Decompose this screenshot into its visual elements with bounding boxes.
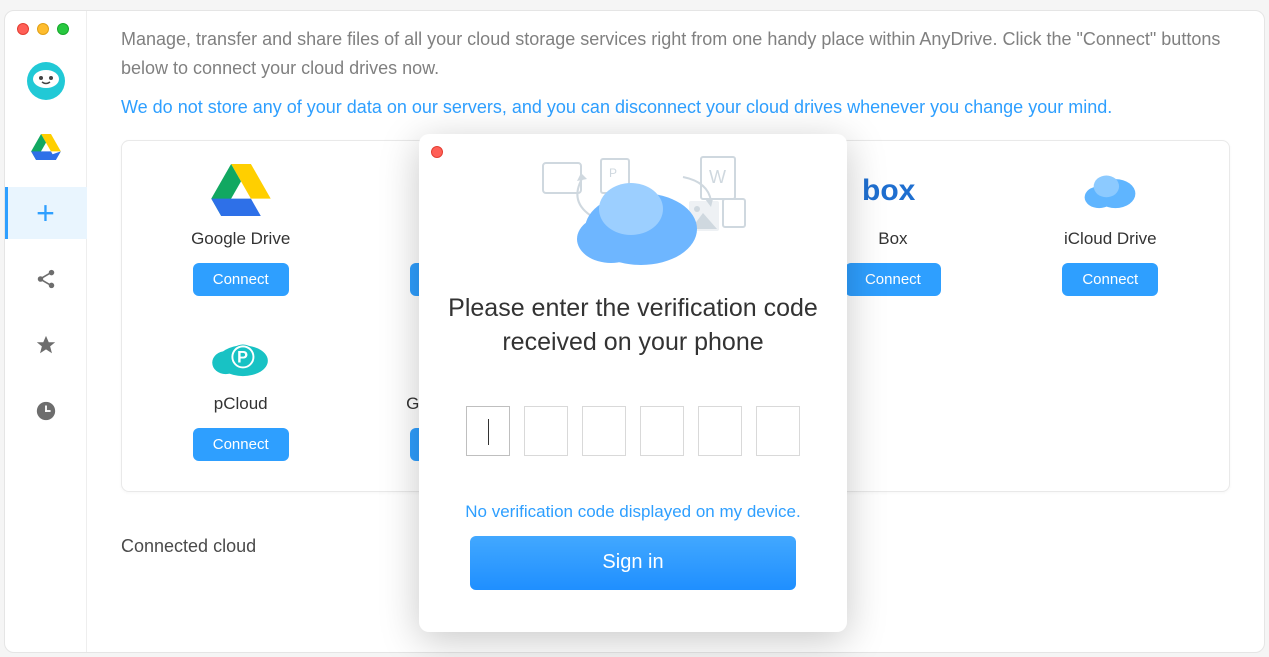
sidebar: + [5, 11, 87, 652]
sidebar-item-add[interactable]: + [5, 187, 87, 239]
cloud-card-pcloud: P pCloud Connect [132, 316, 349, 481]
google-drive-icon [31, 134, 61, 160]
code-digit-4[interactable] [640, 406, 684, 456]
modal-title: Please enter the verification code recei… [445, 292, 821, 360]
box-icon: box [858, 161, 928, 219]
connect-button-google-drive[interactable]: Connect [193, 263, 289, 296]
verification-code-inputs [466, 406, 800, 456]
intro-text: Manage, transfer and share files of all … [121, 25, 1230, 83]
share-icon [35, 268, 57, 290]
modal-cloud-art: P W [445, 142, 821, 282]
cloud-card-label: pCloud [214, 394, 268, 414]
icloud-icon [1075, 161, 1145, 219]
cloud-card-icloud: iCloud Drive Connect [1002, 151, 1219, 316]
code-digit-5[interactable] [698, 406, 742, 456]
anydrive-logo-icon [26, 61, 66, 101]
connect-button-icloud[interactable]: Connect [1062, 263, 1158, 296]
sidebar-item-google-drive[interactable] [5, 121, 87, 173]
code-digit-3[interactable] [582, 406, 626, 456]
svg-text:P: P [237, 348, 248, 366]
cloud-card-label: iCloud Drive [1064, 229, 1157, 249]
no-code-link[interactable]: No verification code displayed on my dev… [465, 502, 800, 522]
sidebar-item-favorites[interactable] [5, 319, 87, 371]
cloud-card-google-drive: Google Drive Connect [132, 151, 349, 316]
svg-text:box: box [862, 174, 916, 207]
sidebar-item-cloud-home[interactable] [5, 55, 87, 107]
cloud-card-label: Box [878, 229, 907, 249]
sidebar-item-history[interactable] [5, 385, 87, 437]
code-digit-2[interactable] [524, 406, 568, 456]
svg-text:W: W [709, 167, 726, 187]
verification-code-modal: P W Please enter the verification code r… [419, 134, 847, 632]
svg-text:P: P [609, 166, 617, 180]
clock-icon [35, 400, 57, 422]
sign-in-button[interactable]: Sign in [470, 536, 796, 590]
plus-icon: + [36, 197, 55, 229]
cloud-card-label: Google Drive [191, 229, 290, 249]
code-digit-6[interactable] [756, 406, 800, 456]
privacy-text: We do not store any of your data on our … [121, 97, 1230, 118]
google-drive-icon [206, 161, 276, 219]
connect-button-pcloud[interactable]: Connect [193, 428, 289, 461]
star-icon [35, 334, 57, 356]
sidebar-item-share[interactable] [5, 253, 87, 305]
pcloud-icon: P [206, 326, 276, 384]
modal-close-button[interactable] [431, 146, 443, 158]
modal-traffic-lights [431, 146, 443, 158]
connect-button-box[interactable]: Connect [845, 263, 941, 296]
code-digit-1[interactable] [466, 406, 510, 456]
